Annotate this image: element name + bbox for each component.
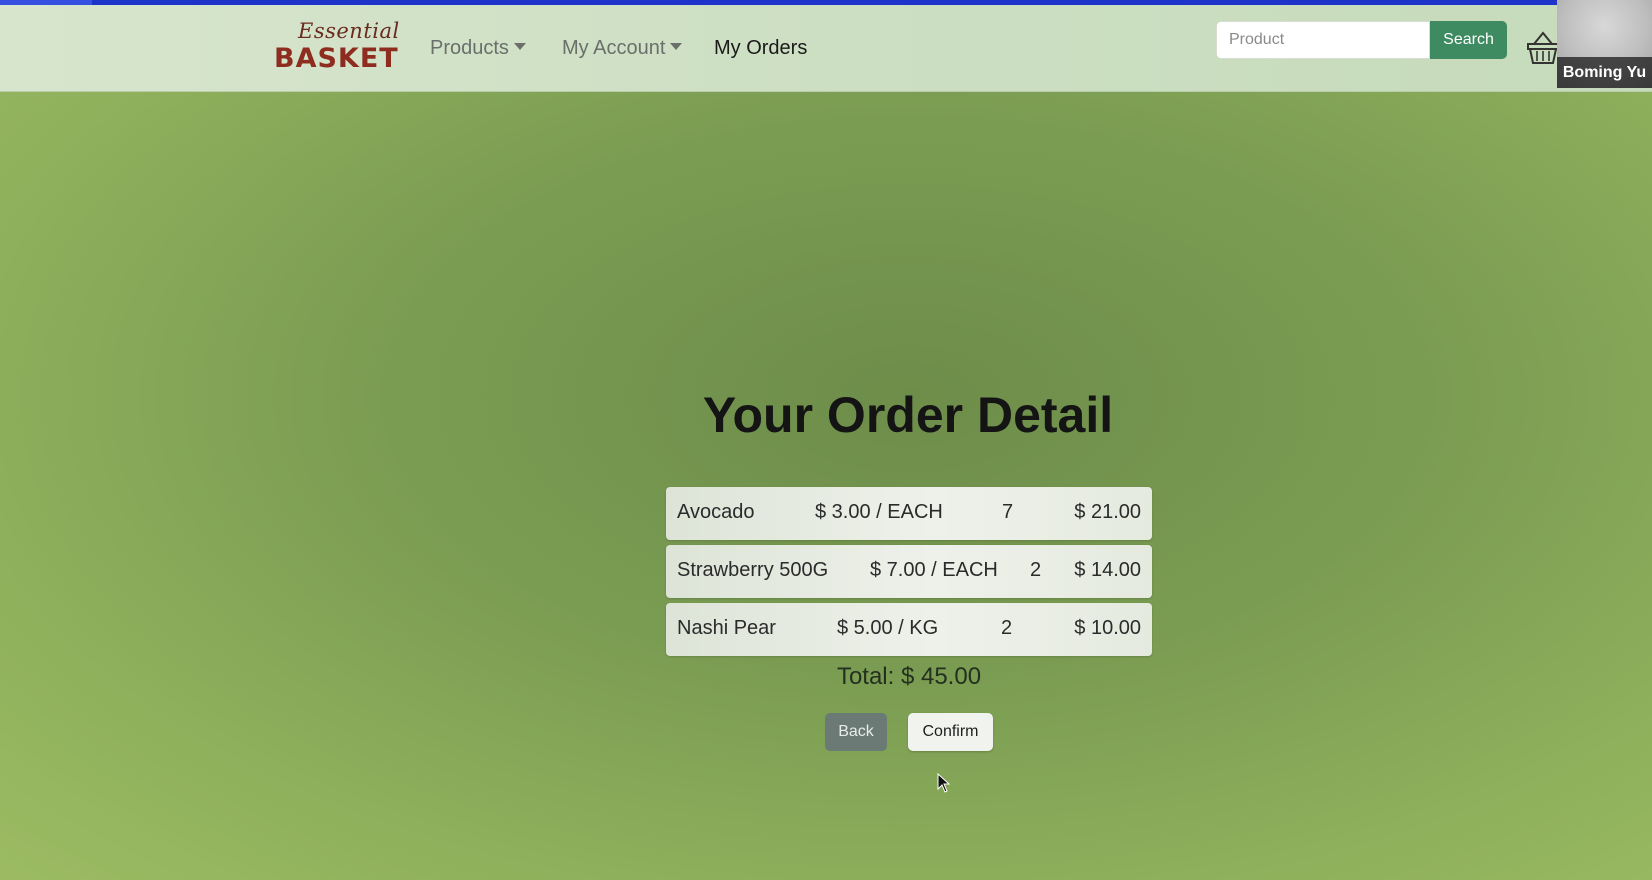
order-total: Total: $ 45.00	[836, 663, 982, 690]
order-item-row: Strawberry 500G $ 7.00 / EACH 2 $ 14.00	[666, 545, 1152, 598]
item-name: Strawberry 500G	[677, 559, 829, 581]
order-items-list: Avocado $ 3.00 / EACH 7 $ 21.00 Strawber…	[666, 487, 1152, 661]
nav-my-account-dropdown[interactable]: My Account	[562, 37, 683, 60]
brand-logo[interactable]: Essential BASKET	[274, 17, 399, 77]
item-total: $ 21.00	[1074, 501, 1141, 523]
nav-products-dropdown[interactable]: Products	[430, 37, 526, 60]
participant-name: Boming Yu	[1557, 57, 1652, 88]
caret-down-icon	[513, 43, 526, 50]
order-item-row: Avocado $ 3.00 / EACH 7 $ 21.00	[666, 487, 1152, 540]
order-item-row: Nashi Pear $ 5.00 / KG 2 $ 10.00	[666, 603, 1152, 656]
item-name: Avocado	[677, 501, 755, 523]
search-input[interactable]	[1216, 21, 1430, 59]
nav-my-account-label: My Account	[562, 37, 666, 59]
item-quantity: 2	[1030, 559, 1042, 581]
confirm-button[interactable]: Confirm	[908, 713, 993, 751]
navbar: Essential BASKET Products My Account My …	[0, 5, 1652, 92]
search-button[interactable]: Search	[1430, 21, 1507, 59]
brand-script: Essential	[298, 19, 400, 43]
caret-down-icon	[670, 43, 683, 50]
brand-word: BASKET	[274, 43, 399, 74]
item-unit-price: $ 7.00 / EACH	[870, 559, 998, 581]
nav-products-label: Products	[430, 37, 509, 59]
basket-icon[interactable]	[1526, 30, 1560, 66]
page-title: Your Order Detail	[702, 387, 1114, 443]
nav-my-orders[interactable]: My Orders	[714, 37, 807, 60]
back-button[interactable]: Back	[825, 713, 887, 751]
item-total: $ 14.00	[1074, 559, 1141, 581]
item-name: Nashi Pear	[677, 617, 776, 639]
nav-my-orders-label: My Orders	[714, 37, 808, 59]
item-unit-price: $ 5.00 / KG	[837, 617, 939, 639]
item-quantity: 7	[1002, 501, 1014, 523]
item-unit-price: $ 3.00 / EACH	[815, 501, 943, 523]
mouse-cursor-icon	[937, 773, 951, 793]
item-total: $ 10.00	[1074, 617, 1141, 639]
item-quantity: 2	[1001, 617, 1013, 639]
